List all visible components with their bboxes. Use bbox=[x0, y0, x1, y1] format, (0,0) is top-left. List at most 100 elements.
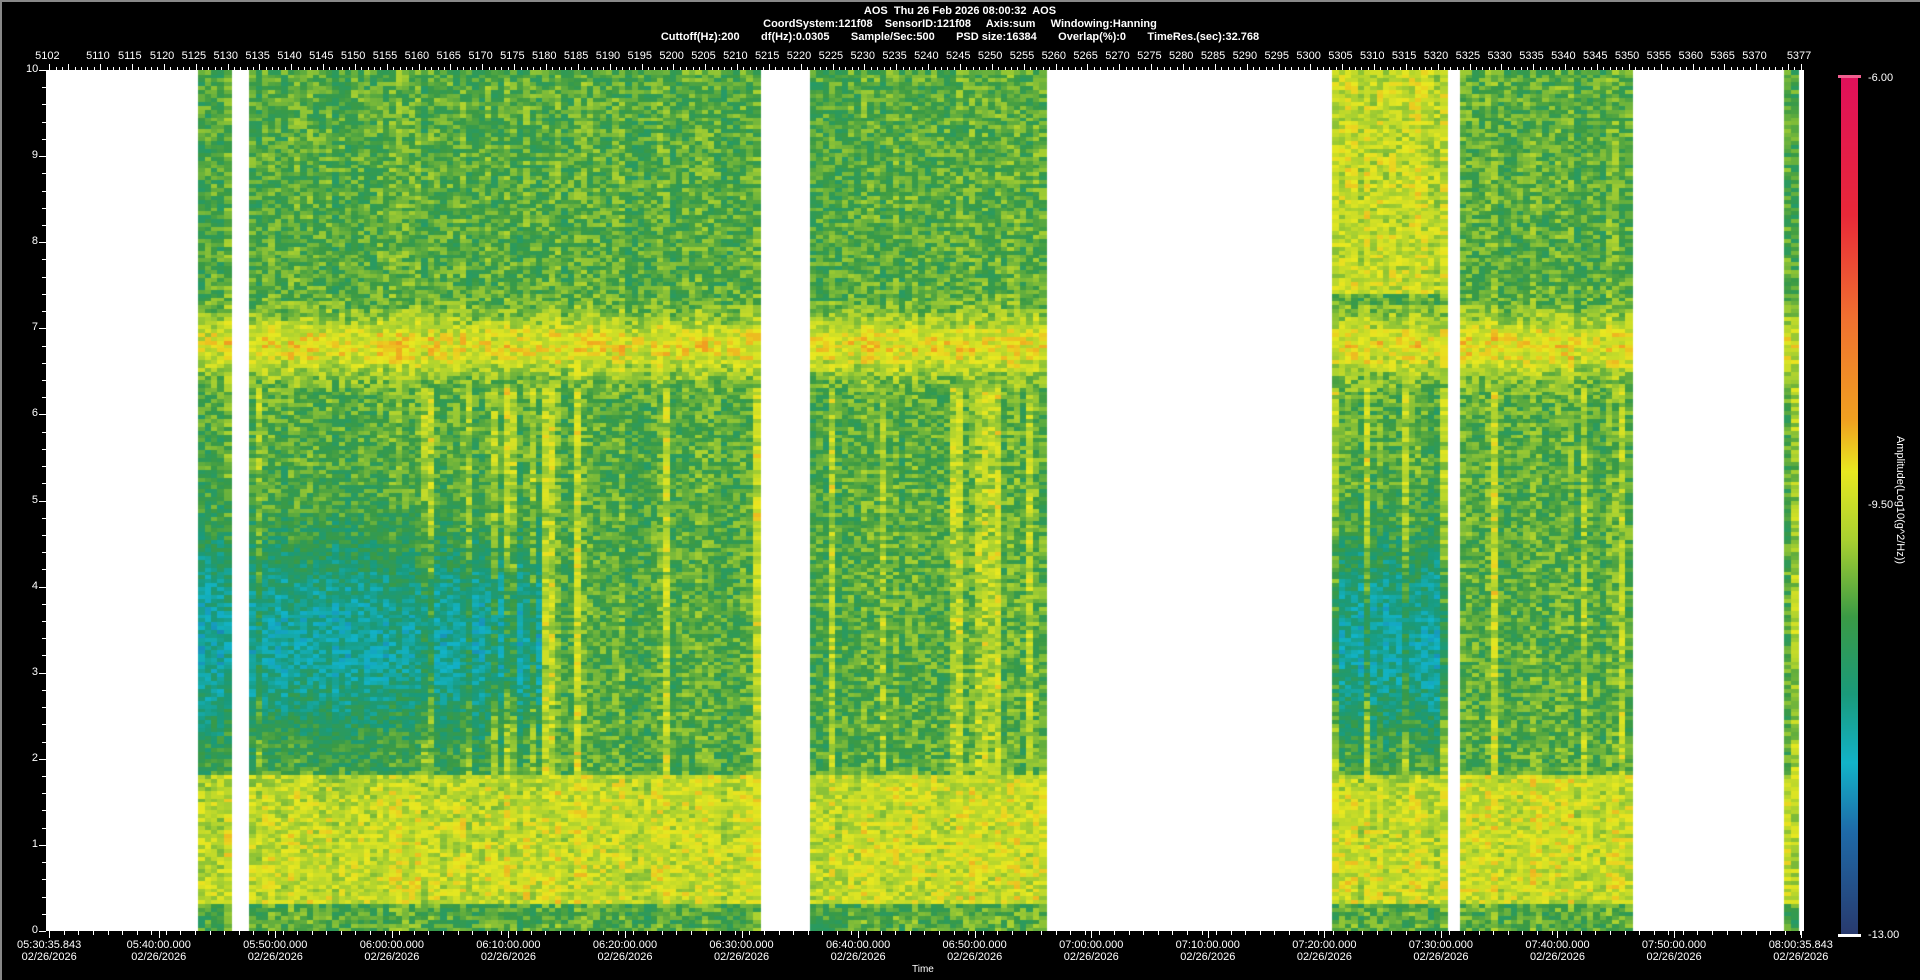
x-date-label: 02/26/2026 bbox=[247, 951, 303, 963]
x-tick bbox=[1026, 931, 1028, 935]
x-tick bbox=[136, 931, 138, 935]
x-tick bbox=[1755, 931, 1757, 935]
top-tick-label: 5255 bbox=[1009, 50, 1035, 62]
top-tick-label: 5230 bbox=[850, 50, 875, 62]
top-tick-label: 5240 bbox=[914, 50, 939, 62]
x-tick bbox=[1595, 931, 1597, 935]
x-tick bbox=[763, 931, 765, 935]
x-time-label: 06:20:00.000 bbox=[592, 939, 658, 951]
x-tick bbox=[282, 931, 284, 935]
x-tick bbox=[1551, 931, 1553, 935]
x-tick bbox=[428, 931, 430, 935]
x-tick bbox=[1507, 931, 1509, 935]
top-tick-label: 5320 bbox=[1423, 50, 1449, 62]
top-tick-label: 5205 bbox=[691, 50, 716, 62]
x-tick bbox=[1493, 931, 1495, 935]
x-tick bbox=[1157, 931, 1159, 935]
top-tick-label: 5365 bbox=[1710, 50, 1735, 62]
x-tick bbox=[267, 931, 269, 935]
x-tick bbox=[1113, 931, 1115, 935]
x-tick bbox=[1624, 931, 1626, 935]
x-tick bbox=[1230, 931, 1232, 935]
top-tick-label: 5150 bbox=[340, 50, 366, 62]
colorbar-max-marker bbox=[1838, 75, 1861, 78]
x-tick bbox=[1289, 931, 1291, 935]
x-tick bbox=[1682, 931, 1684, 935]
x-tick bbox=[778, 931, 780, 935]
x-major-tick bbox=[1800, 931, 1802, 938]
y-tick-label: 8 bbox=[31, 235, 38, 248]
top-tick-label: 5377 bbox=[1786, 50, 1812, 62]
x-tick bbox=[866, 931, 868, 935]
x-tick bbox=[311, 931, 313, 935]
x-major-tick bbox=[741, 931, 743, 938]
x-tick bbox=[399, 931, 401, 935]
top-tick-label: 5180 bbox=[532, 50, 557, 62]
x-tick bbox=[588, 931, 590, 935]
top-tick-label: 5215 bbox=[754, 50, 780, 62]
x-date-label: 02/26/2026 bbox=[1773, 951, 1829, 963]
x-time-label: 05:40:00.000 bbox=[126, 939, 191, 951]
x-tick bbox=[749, 931, 751, 935]
x-time-label: 05:50:00.000 bbox=[243, 939, 308, 951]
x-major-tick bbox=[1324, 931, 1326, 938]
x-tick bbox=[1536, 931, 1538, 935]
x-tick bbox=[968, 931, 970, 935]
x-tick bbox=[1070, 931, 1072, 935]
y-tick-label: 2 bbox=[31, 751, 38, 764]
spectrogram-plot[interactable] bbox=[46, 70, 1804, 931]
x-tick bbox=[370, 931, 372, 935]
y-tick-label: 9 bbox=[31, 149, 38, 162]
x-tick bbox=[1405, 931, 1407, 935]
x-tick bbox=[1522, 931, 1524, 935]
x-tick bbox=[953, 931, 955, 935]
x-tick bbox=[938, 931, 940, 935]
top-tick-label: 5335 bbox=[1519, 50, 1544, 62]
y-tick bbox=[39, 70, 46, 71]
top-tick-label: 5370 bbox=[1742, 50, 1767, 62]
x-tick bbox=[1099, 931, 1101, 935]
x-tick bbox=[1055, 931, 1057, 935]
top-tick-label: 5220 bbox=[786, 50, 812, 62]
x-time-label: 07:00:00.000 bbox=[1059, 939, 1124, 951]
x-tick bbox=[909, 931, 911, 935]
x-tick bbox=[690, 931, 692, 935]
x-major-tick bbox=[1207, 931, 1209, 938]
x-date-label: 02/26/2026 bbox=[1063, 951, 1119, 963]
x-tick bbox=[1566, 931, 1568, 935]
x-date-label: 02/26/2026 bbox=[1180, 951, 1236, 963]
x-major-tick bbox=[1557, 931, 1559, 938]
top-tick-label: 5290 bbox=[1232, 50, 1258, 62]
x-tick bbox=[1391, 931, 1393, 935]
top-tick-label: 5280 bbox=[1168, 50, 1194, 62]
x-date-label: 02/26/2026 bbox=[1529, 951, 1586, 963]
x-tick bbox=[209, 931, 211, 935]
x-date-label: 02/26/2026 bbox=[1413, 951, 1469, 963]
top-tick-label: 5275 bbox=[1137, 50, 1162, 62]
x-tick bbox=[632, 931, 634, 935]
top-tick-label: 5285 bbox=[1200, 50, 1226, 62]
x-tick bbox=[1303, 931, 1305, 935]
y-tick bbox=[39, 500, 46, 502]
top-tick-label: 5175 bbox=[500, 50, 525, 62]
x-tick bbox=[982, 931, 984, 935]
top-tick-label: 5270 bbox=[1105, 50, 1130, 62]
x-tick bbox=[647, 931, 649, 935]
x-tick bbox=[63, 931, 65, 935]
x-tick bbox=[574, 931, 576, 935]
top-tick-label: 5315 bbox=[1391, 50, 1417, 62]
x-major-tick bbox=[391, 931, 393, 938]
x-tick bbox=[253, 931, 255, 935]
x-date-label: 02/26/2026 bbox=[947, 951, 1003, 963]
top-tick-label: 5210 bbox=[723, 50, 748, 62]
top-tick-label: 5160 bbox=[404, 50, 430, 62]
x-tick bbox=[1420, 931, 1422, 935]
y-tick bbox=[39, 414, 46, 416]
x-tick bbox=[559, 931, 561, 935]
x-time-label: 07:20:00.000 bbox=[1292, 939, 1357, 951]
top-tick-label: 5355 bbox=[1646, 50, 1672, 62]
x-major-tick bbox=[508, 931, 510, 938]
top-tick-label: 5140 bbox=[277, 50, 302, 62]
x-tick bbox=[997, 931, 999, 935]
x-tick bbox=[238, 931, 240, 935]
